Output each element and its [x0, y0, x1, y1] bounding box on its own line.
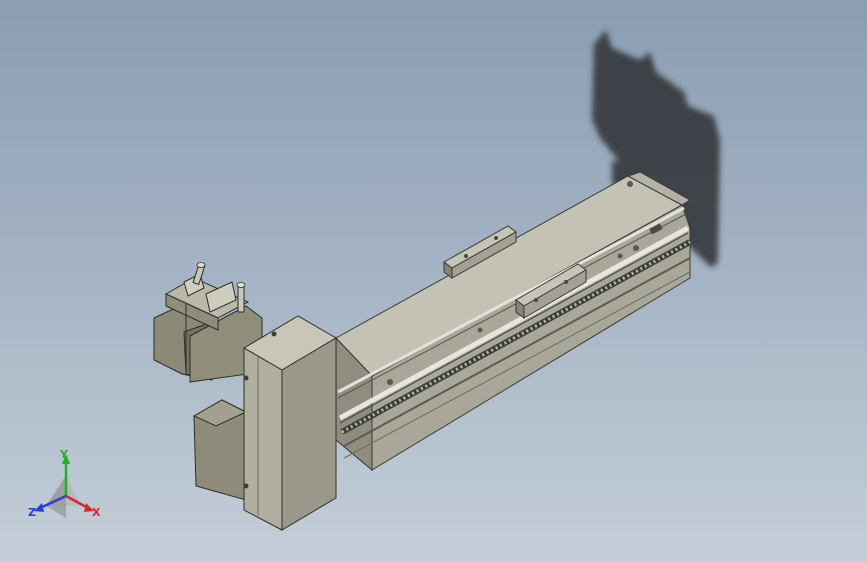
housing-front-face	[243, 347, 283, 531]
y-axis-label: Y	[59, 448, 69, 461]
linear-module[interactable]	[335, 171, 692, 472]
x-axis-label: X	[92, 506, 101, 519]
housing-side-face	[281, 337, 337, 531]
bracket-pin	[192, 262, 206, 286]
z-axis-label: Z	[28, 506, 36, 519]
motor-housing[interactable]	[243, 315, 337, 531]
bracket-pin	[236, 282, 246, 313]
graphics-viewport[interactable]: Y X Z	[0, 0, 867, 562]
model-scene[interactable]	[0, 0, 867, 562]
orientation-triad[interactable]: Y X Z	[24, 446, 108, 526]
